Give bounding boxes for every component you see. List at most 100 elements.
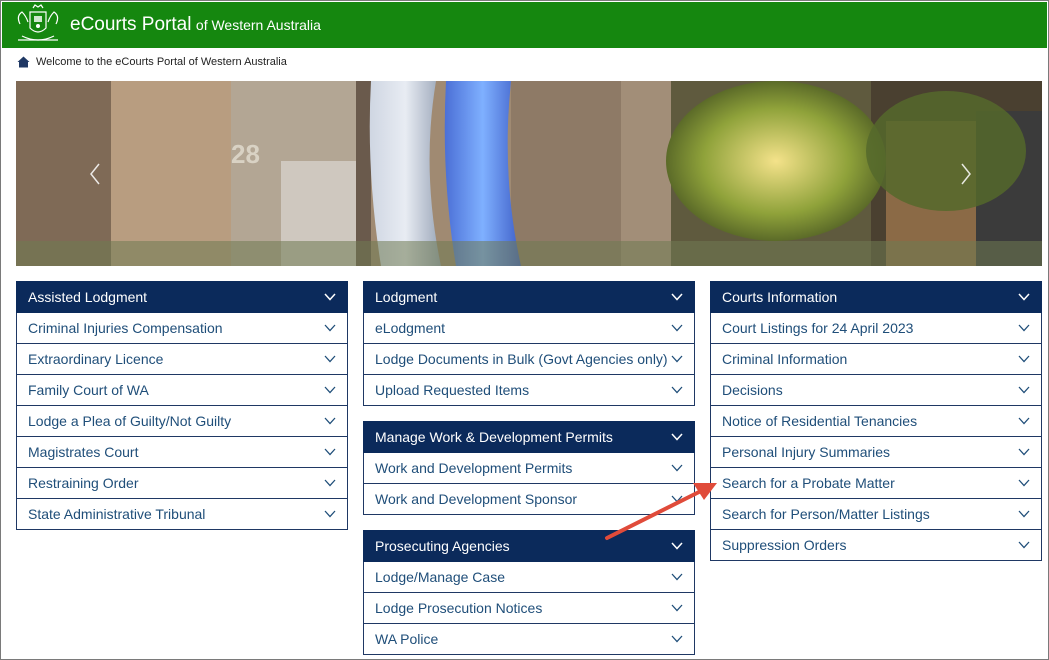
accordion-item-decisions[interactable]: Decisions [710,375,1042,406]
item-label: Lodge Prosecution Notices [375,600,543,616]
chevron-down-icon [671,573,683,581]
chevron-down-icon [671,293,683,301]
portal-title[interactable]: eCourts Portal of Western Australia [70,14,321,36]
item-label: Search for a Probate Matter [722,475,895,491]
accordion-item-work-development-sponsor[interactable]: Work and Development Sponsor [363,484,695,515]
accordion-item-search-person-matter-listings[interactable]: Search for Person/Matter Listings [710,499,1042,530]
item-label: WA Police [375,631,439,647]
chevron-down-icon [671,495,683,503]
accordion-item-state-administrative-tribunal[interactable]: State Administrative Tribunal [16,499,348,530]
chevron-down-icon [1018,510,1030,518]
accordion-item-work-development-permits[interactable]: Work and Development Permits [363,453,695,484]
accordion-item-lodge-manage-case[interactable]: Lodge/Manage Case [363,562,695,593]
accordion-item-criminal-injuries-compensation[interactable]: Criminal Injuries Compensation [16,313,348,344]
chevron-down-icon [1018,386,1030,394]
panel-header-prosecuting-agencies[interactable]: Prosecuting Agencies [363,530,695,562]
panel-title: Lodgment [375,289,438,305]
chevron-down-icon [1018,417,1030,425]
building-photo: 28 [16,81,1042,266]
chevron-down-icon [671,464,683,472]
breadcrumb-text: Welcome to the eCourts Portal of Western… [36,56,287,68]
chevron-down-icon [1018,479,1030,487]
chevron-down-icon [324,417,336,425]
chevron-down-icon [671,386,683,394]
chevron-left-icon [90,163,100,185]
panel-header-courts-information[interactable]: Courts Information [710,281,1042,313]
panel-header-assisted-lodgment[interactable]: Assisted Lodgment [16,281,348,313]
home-icon[interactable] [17,56,30,68]
item-label: Family Court of WA [28,382,149,398]
panel-assisted-lodgment: Assisted Lodgment Criminal Injuries Comp… [16,281,348,530]
panel-header-work-development-permits[interactable]: Manage Work & Development Permits [363,421,695,453]
chevron-down-icon [324,510,336,518]
item-label: Work and Development Sponsor [375,491,578,507]
chevron-down-icon [1018,448,1030,456]
item-label: Criminal Information [722,351,848,367]
chevron-down-icon [1018,324,1030,332]
accordion-item-court-listings[interactable]: Court Listings for 24 April 2023 [710,313,1042,344]
accordion-item-search-probate-matter[interactable]: Search for a Probate Matter [710,468,1042,499]
item-label: Personal Injury Summaries [722,444,891,460]
accordion-item-lodge-documents-bulk[interactable]: Lodge Documents in Bulk (Govt Agencies o… [363,344,695,375]
panel-title: Prosecuting Agencies [375,538,510,554]
carousel-prev-button[interactable] [84,159,108,189]
panel-courts-information: Courts Information Court Listings for 24… [710,281,1042,561]
chevron-down-icon [324,293,336,301]
page-frame: eCourts Portal of Western Australia Welc… [0,0,1049,660]
panel-title: Assisted Lodgment [28,289,148,305]
hero-carousel: 28 [16,81,1042,266]
accordion-item-criminal-information[interactable]: Criminal Information [710,344,1042,375]
accordion-item-extraordinary-licence[interactable]: Extraordinary Licence [16,344,348,375]
item-label: Restraining Order [28,475,139,491]
item-label: Court Listings for 24 April 2023 [722,320,914,336]
carousel-next-button[interactable] [953,159,977,189]
item-label: Lodge/Manage Case [375,569,505,585]
panel-prosecuting-agencies: Prosecuting Agencies Lodge/Manage Case L… [363,530,695,655]
item-label: Lodge Documents in Bulk (Govt Agencies o… [375,351,668,367]
item-label: Decisions [722,382,783,398]
accordion-item-restraining-order[interactable]: Restraining Order [16,468,348,499]
chevron-down-icon [671,542,683,550]
item-label: Lodge a Plea of Guilty/Not Guilty [28,413,232,429]
chevron-down-icon [324,479,336,487]
chevron-down-icon [671,324,683,332]
panel-lodgment: Lodgment eLodgment Lodge Documents in Bu… [363,281,695,406]
accordion-item-wa-police[interactable]: WA Police [363,624,695,655]
chevron-down-icon [324,324,336,332]
chevron-down-icon [671,355,683,363]
item-label: Search for Person/Matter Listings [722,506,930,522]
breadcrumb: Welcome to the eCourts Portal of Western… [17,54,287,70]
brand-main: eCourts Portal [70,14,192,35]
item-label: Suppression Orders [722,537,847,553]
chevron-right-icon [961,163,971,185]
accordion-item-magistrates-court[interactable]: Magistrates Court [16,437,348,468]
chevron-down-icon [324,355,336,363]
accordion-item-lodge-prosecution-notices[interactable]: Lodge Prosecution Notices [363,593,695,624]
panel-title: Courts Information [722,289,838,305]
accordion-item-upload-requested-items[interactable]: Upload Requested Items [363,375,695,406]
brand-sub: of Western Australia [195,17,321,33]
panel-title: Manage Work & Development Permits [375,429,613,445]
item-label: Work and Development Permits [375,460,573,476]
building-number: 28 [231,139,260,169]
chevron-down-icon [324,386,336,394]
panel-work-development-permits: Manage Work & Development Permits Work a… [363,421,695,515]
item-label: eLodgment [375,320,446,336]
item-label: State Administrative Tribunal [28,506,206,522]
item-label: Upload Requested Items [375,382,530,398]
item-label: Notice of Residential Tenancies [722,413,918,429]
chevron-down-icon [671,433,683,441]
panel-header-lodgment[interactable]: Lodgment [363,281,695,313]
accordion-item-family-court[interactable]: Family Court of WA [16,375,348,406]
chevron-down-icon [1018,293,1030,301]
accordion-item-residential-tenancies[interactable]: Notice of Residential Tenancies [710,406,1042,437]
accordion-item-suppression-orders[interactable]: Suppression Orders [710,530,1042,561]
chevron-down-icon [671,604,683,612]
wa-crest-logo[interactable] [8,2,68,48]
accordion-item-elodgment[interactable]: eLodgment [363,313,695,344]
accordion-item-personal-injury-summaries[interactable]: Personal Injury Summaries [710,437,1042,468]
chevron-down-icon [1018,355,1030,363]
item-label: Criminal Injuries Compensation [28,320,223,336]
item-label: Magistrates Court [28,444,139,460]
accordion-item-lodge-plea[interactable]: Lodge a Plea of Guilty/Not Guilty [16,406,348,437]
